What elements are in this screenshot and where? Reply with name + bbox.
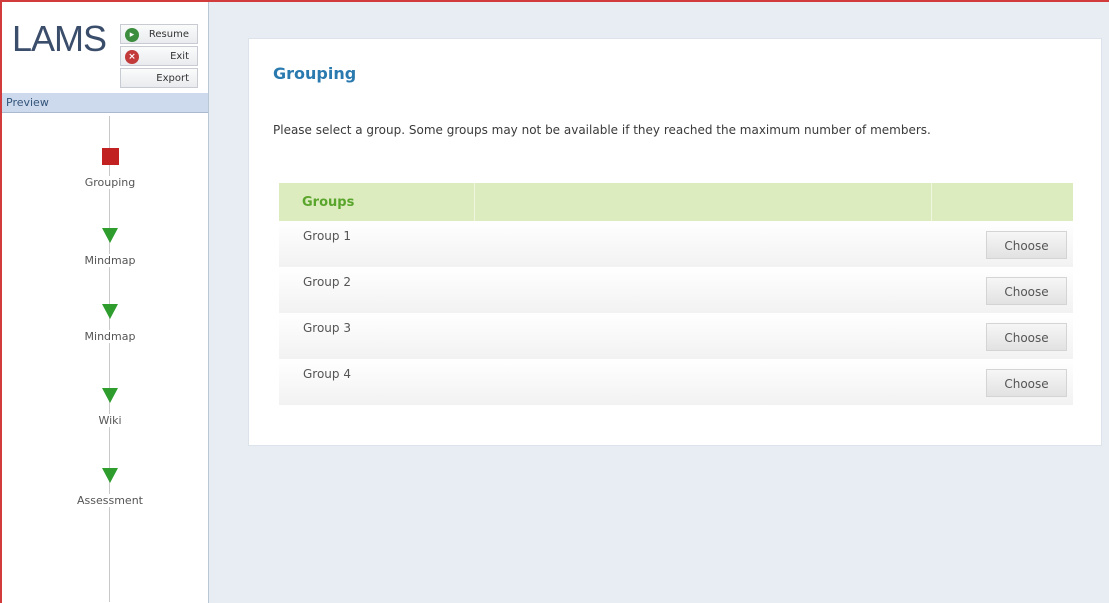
pending-activity-icon: [102, 228, 118, 243]
header-divider: [931, 183, 932, 221]
choose-group-3-button[interactable]: Choose: [986, 323, 1067, 351]
sequence-step-mindmap-2[interactable]: Mindmap: [42, 304, 178, 344]
sequence-step-mindmap-1[interactable]: Mindmap: [42, 228, 178, 268]
resume-icon: ▸: [125, 28, 139, 42]
groups-table-header: Groups: [279, 183, 1073, 221]
table-row: Group 1 Choose: [279, 221, 1073, 267]
choose-group-2-button[interactable]: Choose: [986, 277, 1067, 305]
step-label: Grouping: [82, 176, 138, 189]
current-activity-icon: [101, 148, 119, 165]
groups-column-header: Groups: [302, 195, 355, 210]
page-title: Grouping: [273, 64, 357, 83]
preview-bar: Preview: [2, 93, 208, 113]
exit-label: Exit: [170, 50, 189, 62]
lams-logo: LAMS: [12, 18, 107, 59]
pending-activity-icon: [102, 388, 118, 403]
instructions-text: Please select a group. Some groups may n…: [273, 123, 931, 137]
export-label: Export: [156, 72, 189, 84]
group-name: Group 2: [303, 275, 351, 289]
table-row: Group 3 Choose: [279, 313, 1073, 359]
sequence-step-wiki[interactable]: Wiki: [42, 388, 178, 428]
step-label: Mindmap: [82, 330, 138, 343]
resume-label: Resume: [148, 28, 189, 40]
group-name: Group 1: [303, 229, 351, 243]
step-label: Wiki: [96, 414, 124, 427]
control-buttons: ▸ Resume × Exit Export: [120, 24, 198, 90]
sidebar: LAMS ▸ Resume × Exit Export Preview Grou…: [2, 2, 209, 603]
sequence-step-grouping[interactable]: Grouping: [42, 148, 178, 190]
group-name: Group 3: [303, 321, 351, 335]
exit-icon: ×: [125, 50, 139, 64]
pending-activity-icon: [102, 304, 118, 319]
pending-activity-icon: [102, 468, 118, 483]
export-button[interactable]: Export: [120, 68, 198, 88]
choose-group-1-button[interactable]: Choose: [986, 231, 1067, 259]
groups-table: Groups Group 1 Choose Group 2 Choose Gro…: [279, 183, 1073, 405]
exit-button[interactable]: × Exit: [120, 46, 198, 66]
table-row: Group 4 Choose: [279, 359, 1073, 405]
sequence-step-assessment[interactable]: Assessment: [42, 468, 178, 508]
table-row: Group 2 Choose: [279, 267, 1073, 313]
header-divider: [474, 183, 475, 221]
group-name: Group 4: [303, 367, 351, 381]
step-label: Mindmap: [82, 254, 138, 267]
resume-button[interactable]: ▸ Resume: [120, 24, 198, 44]
choose-group-4-button[interactable]: Choose: [986, 369, 1067, 397]
step-label: Assessment: [75, 494, 145, 507]
grouping-panel: Grouping Please select a group. Some gro…: [248, 38, 1102, 446]
